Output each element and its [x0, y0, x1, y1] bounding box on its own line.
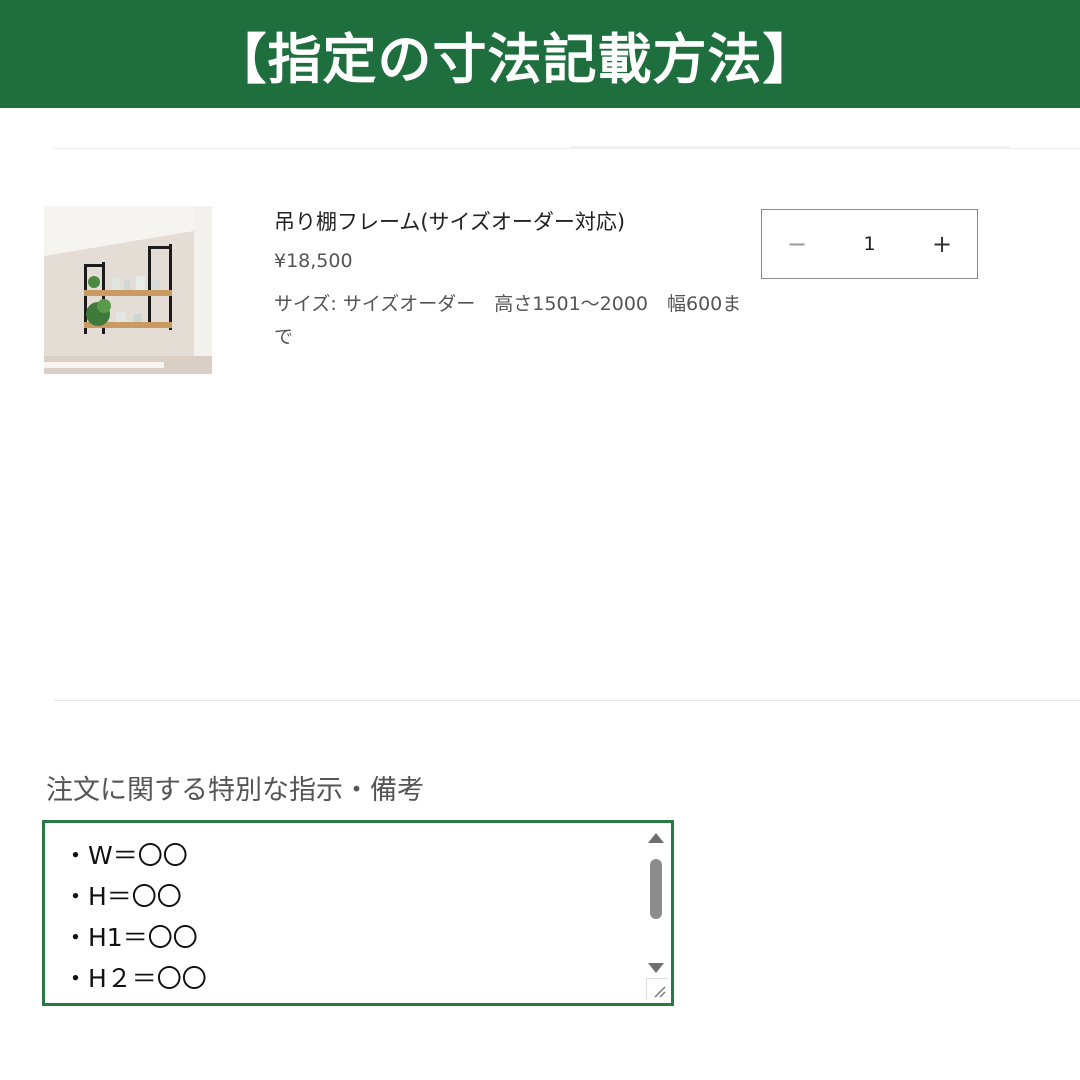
- section-divider: [54, 700, 1080, 701]
- note-line: ・H1＝〇〇: [63, 923, 198, 952]
- product-name[interactable]: 吊り棚フレーム(サイズオーダー対応): [274, 206, 625, 236]
- product-thumbnail-image: [44, 206, 212, 374]
- resize-grip-icon: [654, 986, 666, 998]
- top-divider: [54, 148, 1080, 149]
- top-divider-accent: [570, 146, 1010, 148]
- order-note-content[interactable]: ・W＝〇〇 ・H＝〇〇 ・H1＝〇〇 ・H２＝〇〇: [63, 835, 207, 999]
- plus-icon: +: [931, 230, 953, 258]
- note-line: ・H２＝〇〇: [63, 964, 207, 993]
- banner-title: 【指定の寸法記載方法】: [212, 27, 818, 91]
- scroll-down-icon[interactable]: [648, 963, 664, 973]
- note-line: ・H＝〇〇: [63, 882, 182, 911]
- order-note-label: 注文に関する特別な指示・備考: [46, 775, 424, 806]
- quantity-decrease-button[interactable]: −: [762, 210, 832, 278]
- quantity-increase-button[interactable]: +: [907, 210, 977, 278]
- note-line: ・W＝〇〇: [63, 841, 188, 870]
- quantity-input[interactable]: 1: [832, 233, 907, 255]
- resize-handle-icon[interactable]: [646, 978, 668, 1000]
- product-price: ¥18,500: [274, 250, 353, 272]
- product-variant: サイズ: サイズオーダー 高さ1501〜2000 幅600まで: [274, 293, 742, 348]
- header-banner: 【指定の寸法記載方法】: [0, 0, 1080, 108]
- order-note-textarea[interactable]: ・W＝〇〇 ・H＝〇〇 ・H1＝〇〇 ・H２＝〇〇: [42, 820, 674, 1006]
- minus-icon: −: [786, 230, 808, 258]
- product-thumbnail[interactable]: [44, 206, 212, 374]
- textarea-scrollbar[interactable]: [645, 829, 667, 977]
- scroll-thumb[interactable]: [650, 859, 662, 919]
- scroll-up-icon[interactable]: [648, 833, 664, 843]
- quantity-stepper[interactable]: − 1 +: [761, 209, 978, 279]
